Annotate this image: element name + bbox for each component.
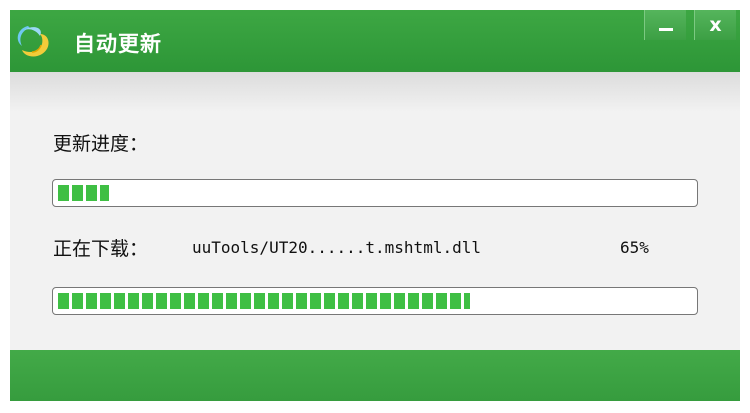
- file-progress-bar: [52, 287, 698, 315]
- downloading-file-name: uuTools/UT20......t.mshtml.dll: [192, 238, 481, 257]
- minimize-button[interactable]: [644, 10, 686, 40]
- window-title: 自动更新: [74, 32, 162, 56]
- update-window: 自动更新 x 更新进度： 正在下载： uuTools/UT20......t.m…: [10, 10, 740, 401]
- overall-progress-bar: [52, 179, 698, 207]
- overall-progress-fill: [58, 185, 109, 201]
- download-percent: 65%: [620, 238, 649, 257]
- minimize-icon: [658, 27, 673, 31]
- footer-bar: [10, 350, 740, 401]
- downloading-label: 正在下载：: [53, 238, 149, 260]
- file-progress-fill: [58, 293, 470, 309]
- content-panel: 更新进度： 正在下载： uuTools/UT20......t.mshtml.d…: [10, 72, 740, 350]
- overall-progress-label: 更新进度：: [53, 133, 149, 155]
- close-icon: x: [709, 13, 722, 36]
- uutools-logo-icon: [17, 26, 49, 57]
- close-button[interactable]: x: [694, 10, 736, 40]
- title-bar[interactable]: 自动更新 x: [10, 10, 740, 72]
